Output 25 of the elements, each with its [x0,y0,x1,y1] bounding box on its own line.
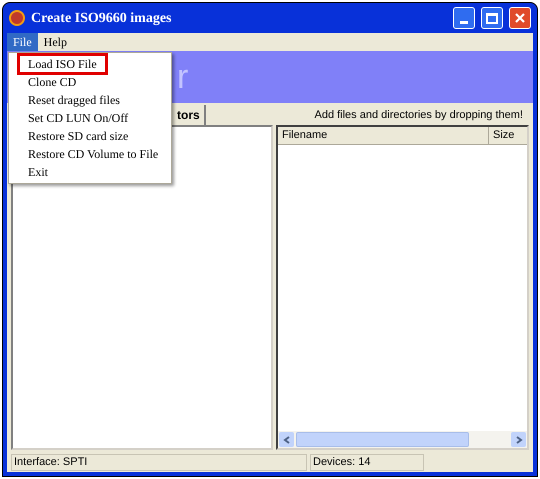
menu-entry[interactable]: Restore CD Volume to File [17,145,170,163]
menu-entry[interactable]: Set CD LUN On/Off [17,109,140,127]
window-title: Create ISO9660 images [31,10,172,28]
minimize-button[interactable] [453,7,475,29]
menu-entry[interactable]: Reset dragged files [17,91,131,109]
column-header[interactable]: Filename [278,127,489,145]
menu-item[interactable]: File [7,33,38,51]
close-icon [514,12,526,24]
banner-text: r [177,56,188,98]
drop-hint: Add files and directories by dropping them! [314,108,523,123]
status-field: Devices: 14 [310,454,424,470]
scroll-right-icon[interactable] [511,432,526,447]
scroll-left-icon[interactable] [279,432,294,447]
menu-entry[interactable]: Clone CD [17,73,88,91]
horizontal-scrollbar[interactable] [278,431,527,448]
app-icon [9,10,25,26]
status-field: Interface: SPTI [11,454,307,470]
close-button[interactable] [509,7,531,29]
menu-item[interactable]: Help [38,33,73,51]
menu-entry[interactable]: Restore SD card size [17,127,140,145]
maximize-button[interactable] [481,7,503,29]
menu-entry[interactable]: Load ISO File [17,53,108,75]
column-header[interactable]: Size [489,127,527,145]
scroll-thumb[interactable] [296,432,469,447]
menu-entry[interactable]: Exit [17,163,59,181]
